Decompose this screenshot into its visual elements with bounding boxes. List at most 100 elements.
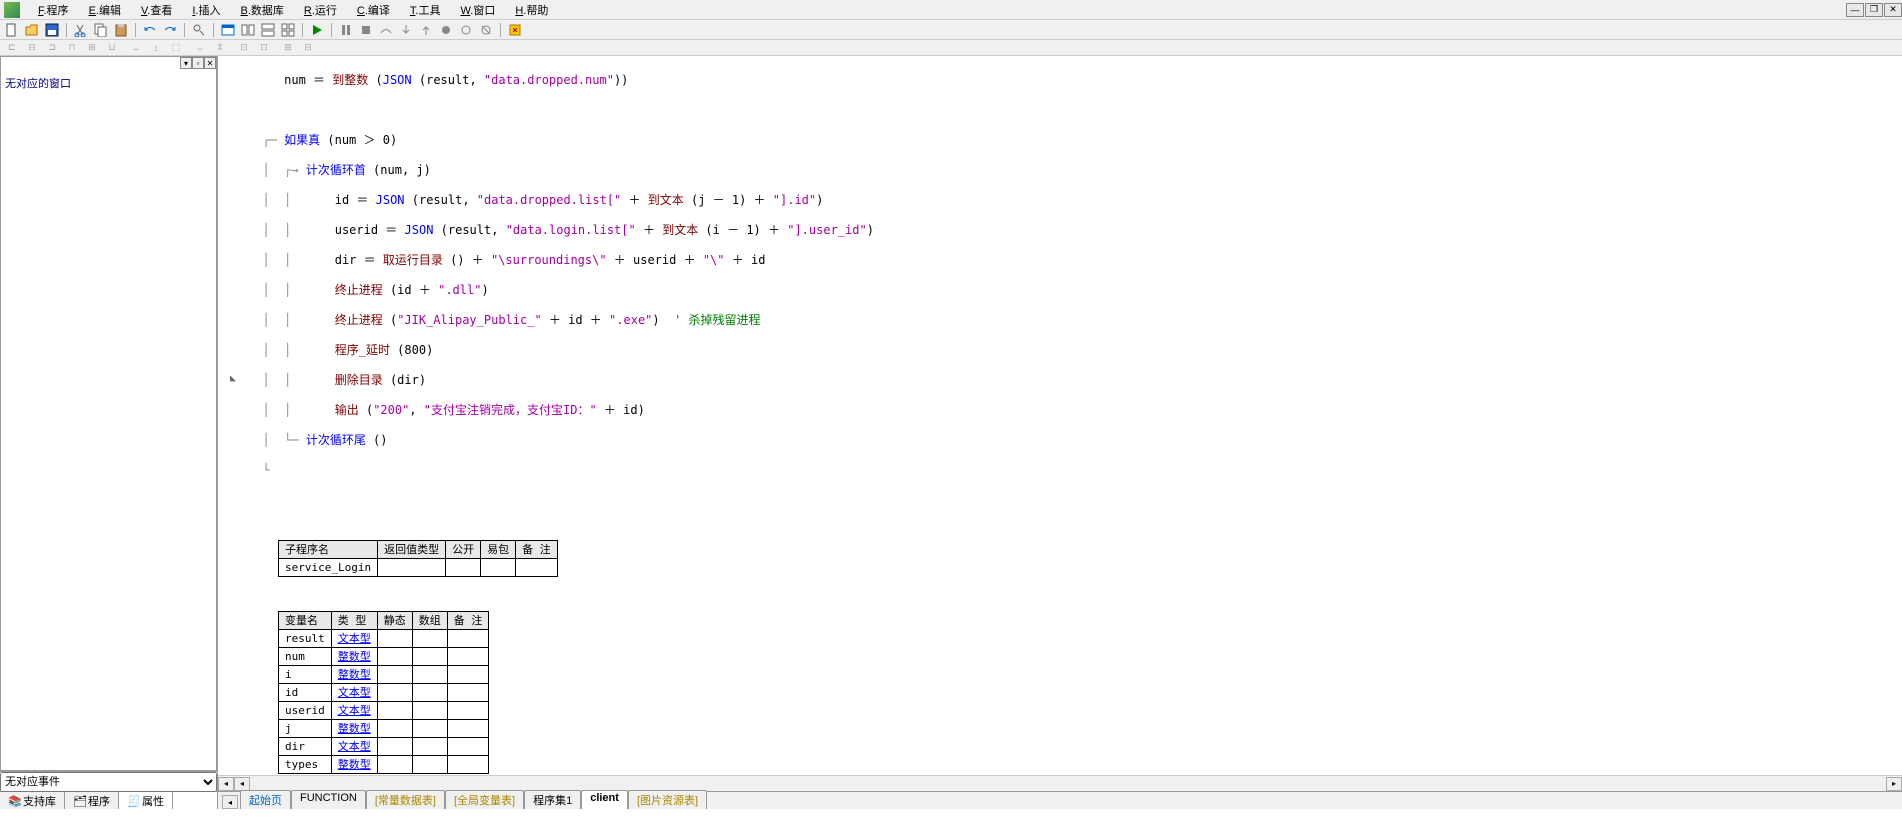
table-row[interactable]: service_Login bbox=[279, 559, 558, 577]
panel-dropdown-icon[interactable]: ▾ bbox=[180, 57, 192, 69]
separator bbox=[66, 23, 67, 37]
paste-icon[interactable] bbox=[113, 22, 129, 38]
split-v-icon[interactable] bbox=[260, 22, 276, 38]
same-width-icon[interactable]: ↔ bbox=[128, 41, 144, 55]
align-toolbar: ⊏ ⊟ ⊐ ⊓ ⊞ ⊔ ↔ ↕ ⬚ ⇔ ⇕ ⊡ ⊡ ⊞ ⊟ bbox=[0, 40, 1902, 56]
properties-icon: 🧾 bbox=[127, 795, 139, 807]
menu-bar: F.程序E.编辑V.查看I.插入B.数据库R.运行C.编译T.工具W.窗口H.帮… bbox=[0, 0, 1902, 20]
table-row[interactable]: result文本型 bbox=[279, 630, 489, 648]
split-h-icon[interactable] bbox=[240, 22, 256, 38]
sidebar: ▾ ▫ ✕ 无对应的窗口 无对应事件 📚支持库 🗂程序 🧾属性 bbox=[0, 56, 218, 809]
compile-icon[interactable] bbox=[507, 22, 523, 38]
align-bottom-icon[interactable]: ⊔ bbox=[104, 41, 120, 55]
horizontal-scrollbar[interactable]: ◂ ◂ ▸ bbox=[218, 775, 1902, 791]
table-row[interactable]: id文本型 bbox=[279, 684, 489, 702]
same-height-icon[interactable]: ↕ bbox=[148, 41, 164, 55]
same-size-icon[interactable]: ⬚ bbox=[168, 41, 184, 55]
redo-icon[interactable] bbox=[162, 22, 178, 38]
bp-clear-icon[interactable] bbox=[478, 22, 494, 38]
menu-i[interactable]: I.插入 bbox=[182, 0, 230, 20]
table-row[interactable]: dir文本型 bbox=[279, 738, 489, 756]
step-over-icon[interactable] bbox=[378, 22, 394, 38]
event-select[interactable]: 无对应事件 bbox=[0, 772, 217, 792]
table-row[interactable]: i整数型 bbox=[279, 666, 489, 684]
copy-icon[interactable] bbox=[93, 22, 109, 38]
restore-button[interactable]: ❐ bbox=[1865, 3, 1883, 17]
separator bbox=[135, 23, 136, 37]
editor-tab-2[interactable]: [常量数据表] bbox=[366, 790, 445, 809]
main-area: ▾ ▫ ✕ 无对应的窗口 无对应事件 📚支持库 🗂程序 🧾属性 num ＝ 到整… bbox=[0, 56, 1902, 809]
vspace-icon[interactable]: ⇕ bbox=[212, 41, 228, 55]
menu-c[interactable]: C.编译 bbox=[347, 0, 400, 20]
menu-e[interactable]: E.编辑 bbox=[79, 0, 131, 20]
panel-close-icon[interactable]: ✕ bbox=[204, 57, 216, 69]
panel-pin-icon[interactable]: ▫ bbox=[192, 57, 204, 69]
sidebar-tree-panel: ▾ ▫ ✕ 无对应的窗口 bbox=[0, 56, 217, 771]
tab-nav-left-icon[interactable]: ◂ bbox=[222, 795, 238, 809]
separator bbox=[331, 23, 332, 37]
editor-tab-4[interactable]: 程序集1 bbox=[524, 790, 581, 809]
window-icon[interactable] bbox=[220, 22, 236, 38]
editor-tab-5[interactable]: client bbox=[581, 790, 628, 809]
align-center-v-icon[interactable]: ⊞ bbox=[84, 41, 100, 55]
menu-h[interactable]: H.帮助 bbox=[505, 0, 558, 20]
editor-tab-1[interactable]: FUNCTION bbox=[291, 790, 366, 809]
menu-v[interactable]: V.查看 bbox=[131, 0, 182, 20]
table-row[interactable]: num整数型 bbox=[279, 648, 489, 666]
menu-w[interactable]: W.窗口 bbox=[450, 0, 505, 20]
lock-icon[interactable]: ⊞ bbox=[280, 41, 296, 55]
main-toolbar bbox=[0, 20, 1902, 40]
table-row[interactable]: j整数型 bbox=[279, 720, 489, 738]
scroll-left2-icon[interactable]: ◂ bbox=[234, 777, 250, 791]
menu-b[interactable]: B.数据库 bbox=[230, 0, 293, 20]
code-editor[interactable]: num ＝ 到整数 (JSON (result, "data.dropped.n… bbox=[218, 56, 1902, 775]
table-row[interactable]: userid文本型 bbox=[279, 702, 489, 720]
close-button[interactable]: ✕ bbox=[1884, 3, 1902, 17]
editor-tab-0[interactable]: 起始页 bbox=[240, 790, 291, 809]
cut-icon[interactable] bbox=[73, 22, 89, 38]
undo-icon[interactable] bbox=[142, 22, 158, 38]
bp-toggle-icon[interactable] bbox=[458, 22, 474, 38]
sub-procedure-table: 子程序名返回值类型公开易包备 注 service_Login bbox=[278, 525, 558, 577]
table-row[interactable]: types整数型 bbox=[279, 756, 489, 774]
align-right-icon[interactable]: ⊐ bbox=[44, 41, 60, 55]
align-left-icon[interactable]: ⊏ bbox=[4, 41, 20, 55]
editor-tab-6[interactable]: [图片资源表] bbox=[628, 790, 707, 809]
scroll-right-icon[interactable]: ▸ bbox=[1886, 777, 1902, 791]
scroll-left-icon[interactable]: ◂ bbox=[218, 777, 234, 791]
sidebar-tab-properties[interactable]: 🧾属性 bbox=[119, 792, 173, 809]
center-v-icon[interactable]: ⊡ bbox=[256, 41, 272, 55]
sidebar-tab-program[interactable]: 🗂程序 bbox=[65, 792, 119, 809]
separator bbox=[184, 23, 185, 37]
editor-tab-3[interactable]: [全局变量表] bbox=[445, 790, 524, 809]
sidebar-tabs: 📚支持库 🗂程序 🧾属性 bbox=[0, 791, 217, 809]
sidebar-tab-support-lib[interactable]: 📚支持库 bbox=[0, 792, 65, 809]
save-icon[interactable] bbox=[44, 22, 60, 38]
stop-icon[interactable] bbox=[358, 22, 374, 38]
book-icon: 📚 bbox=[8, 795, 20, 807]
run-icon[interactable] bbox=[309, 22, 325, 38]
separator bbox=[213, 23, 214, 37]
breakpoint-icon[interactable] bbox=[438, 22, 454, 38]
menu-f[interactable]: F.程序 bbox=[28, 0, 79, 20]
align-center-h-icon[interactable]: ⊟ bbox=[24, 41, 40, 55]
find-icon[interactable] bbox=[191, 22, 207, 38]
new-file-icon[interactable] bbox=[4, 22, 20, 38]
pause-icon[interactable] bbox=[338, 22, 354, 38]
module-icon: 🗂 bbox=[73, 795, 85, 807]
separator bbox=[302, 23, 303, 37]
step-out-icon[interactable] bbox=[418, 22, 434, 38]
hspace-icon[interactable]: ⇔ bbox=[192, 41, 208, 55]
align-top-icon[interactable]: ⊓ bbox=[64, 41, 80, 55]
menu-r[interactable]: R.运行 bbox=[294, 0, 347, 20]
minimize-button[interactable]: — bbox=[1846, 3, 1864, 17]
editor-tabs: ◂ 起始页FUNCTION[常量数据表][全局变量表]程序集1client[图片… bbox=[218, 791, 1902, 809]
center-h-icon[interactable]: ⊡ bbox=[236, 41, 252, 55]
window-controls: — ❐ ✕ bbox=[1845, 3, 1902, 17]
step-into-icon[interactable] bbox=[398, 22, 414, 38]
open-file-icon[interactable] bbox=[24, 22, 40, 38]
app-logo-icon bbox=[4, 2, 20, 18]
menu-t[interactable]: T.工具 bbox=[400, 0, 451, 20]
unlock-icon[interactable]: ⊟ bbox=[300, 41, 316, 55]
grid-icon[interactable] bbox=[280, 22, 296, 38]
